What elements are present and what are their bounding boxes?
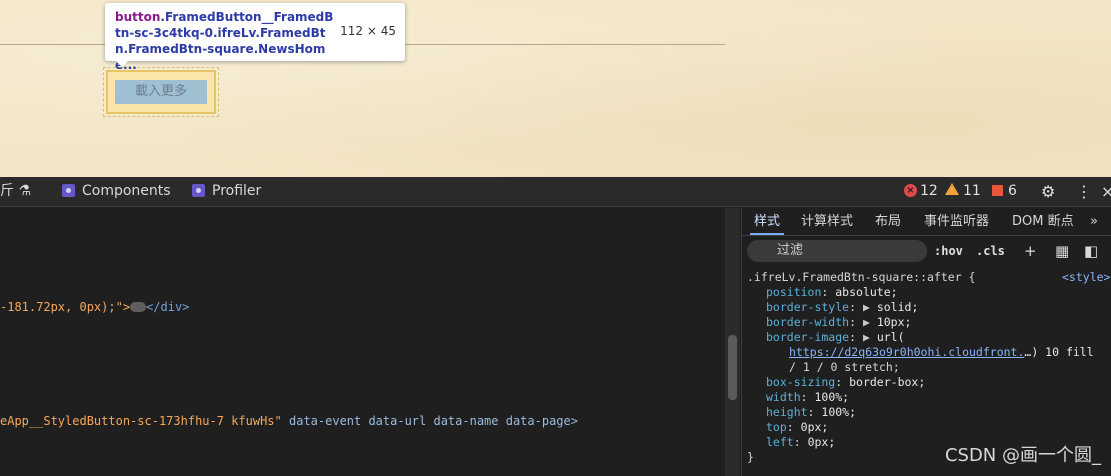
error-count[interactable]: × 12 [904,177,938,206]
prop-name: position [766,285,822,299]
filter-input[interactable]: 过滤 [747,240,927,262]
styles-sidebar: 样式 计算样式 布局 事件监听器 DOM 断点 » 过滤 :hov .cls +… [741,208,1111,476]
prop-name: border-image [766,330,850,344]
hov-toggle[interactable]: :hov [934,240,963,262]
declaration-top[interactable]: top: 0px; [766,420,828,435]
error-icon: × [904,183,917,197]
page-viewport: 載入更多 button.FramedButton__FramedBtn-sc-3… [0,0,1111,177]
tab-dom-breakpoints[interactable]: DOM 断点 [1012,208,1074,235]
prop-value: url( [876,330,905,344]
expand-triangle-icon[interactable]: ▶ [863,315,870,329]
rule-selector[interactable]: .ifreLv.FramedBtn-square::after { [747,270,975,285]
prop-value: 10px; [876,315,912,329]
prop-value: solid; [876,300,919,314]
prop-value: border-box; [849,375,926,389]
rule-source-link[interactable]: <style> [1062,270,1110,285]
devtools-toolbar: 斤 ⚗ Components Profiler × 12 11 6 ⚙ ⋮ × [0,177,1111,207]
prop-name: border-style [766,300,850,314]
expand-triangle-icon[interactable]: ▶ [863,330,870,344]
expand-triangle-icon[interactable]: ▶ [863,300,870,314]
more-tabs-icon[interactable]: » [1090,208,1098,235]
cls-toggle[interactable]: .cls [976,240,1005,262]
tab-event-listeners[interactable]: 事件监听器 [924,208,989,235]
prop-name: width [766,390,801,404]
url-tail: …) 10 fill [1024,345,1094,359]
react-icon [192,183,205,197]
inline-style-value: -181.72px, 0px);"> [0,300,131,314]
prop-value: absolute; [835,285,898,299]
react-icon [62,183,75,197]
tab-layout[interactable]: 布局 [875,208,901,235]
tab-truncated[interactable]: 斤 ⚗ [0,177,31,206]
truncated-tab-label: 斤 [0,183,14,199]
declaration-border-image[interactable]: border-image: ▶ url( [766,330,905,345]
more-vertical-icon[interactable]: ⋮ [1076,177,1092,206]
gear-icon[interactable]: ⚙ [1041,177,1055,206]
class-value: eApp__StyledButton-sc-173hfhu-7 kfuwHs" [0,414,282,428]
tooltip-dimensions: 112 × 45 [340,24,396,38]
tab-components-label: Components [82,183,171,199]
tooltip-tag: button [115,10,161,24]
tab-styles[interactable]: 样式 [749,208,785,235]
inspect-tooltip: button.FramedButton__FramedBtn-sc-3c4tkq… [105,3,405,72]
declaration-width[interactable]: width: 100%; [766,390,849,405]
prop-name: top [766,420,787,434]
tab-profiler[interactable]: Profiler [192,177,261,206]
declaration-border-width[interactable]: border-width: ▶ 10px; [766,315,911,330]
element-row[interactable]: -181.72px, 0px);"> </div> [0,300,189,314]
declaration-border-style[interactable]: border-style: ▶ solid; [766,300,918,315]
issue-icon [992,184,1003,196]
issue-count[interactable]: 6 [992,177,1017,206]
paint-icon[interactable]: ▦ [1055,240,1069,262]
load-more-button[interactable]: 載入更多 [115,80,207,104]
closing-tag: </div> [146,300,190,314]
issue-count-value: 6 [1008,183,1017,199]
warning-count[interactable]: 11 [945,177,981,206]
tooltip-selector: button.FramedButton__FramedBtn-sc-3c4tkq… [115,9,337,73]
warning-icon [945,183,959,195]
tab-computed[interactable]: 计算样式 [801,208,853,235]
flask-icon: ⚗ [18,183,32,199]
tooltip-arrow [115,60,129,67]
ellipsis-icon[interactable] [130,301,147,312]
declaration-height[interactable]: height: 100%; [766,405,856,420]
border-image-url[interactable]: https://d2q63o9r0h0ohi.cloudfront.…) 10 … [789,345,1094,360]
declaration-box-sizing[interactable]: box-sizing: border-box; [766,375,925,390]
prop-name: box-sizing [766,375,836,389]
styles-filter-bar: 过滤 :hov .cls + ▦ ◧ [742,236,1111,266]
error-count-value: 12 [920,183,938,199]
rule-close: } [747,450,754,464]
declaration-left[interactable]: left: 0px; [766,435,835,450]
scrollbar[interactable] [725,208,740,476]
warning-count-value: 11 [963,183,981,199]
element-row[interactable]: eApp__StyledButton-sc-173hfhu-7 kfuwHs" … [0,414,578,428]
prop-name: left [766,435,794,449]
elements-tree[interactable]: -181.72px, 0px);"> </div> eApp__StyledBut… [0,208,725,476]
sidebar-toggle-icon[interactable]: ◧ [1084,240,1098,262]
prop-value: 100%; [814,390,850,404]
close-icon[interactable]: × [1101,177,1111,206]
attributes: data-event data-url data-name data-page> [281,414,578,428]
border-image-cont: / 1 / 0 stretch; [789,360,900,374]
prop-value: 100%; [821,405,857,419]
new-rule-icon[interactable]: + [1024,240,1037,262]
declaration-position[interactable]: position: absolute; [766,285,898,300]
scrollbar-thumb[interactable] [728,335,737,400]
prop-name: height [766,405,808,419]
tab-profiler-label: Profiler [212,183,262,199]
prop-value: 0px; [807,435,836,449]
url-link[interactable]: https://d2q63o9r0h0ohi.cloudfront. [789,345,1024,359]
prop-value: 0px; [800,420,829,434]
tab-components[interactable]: Components [62,177,171,206]
watermark: CSDN @画一个圆_ [944,445,1101,466]
prop-name: border-width [766,315,850,329]
styles-tabs: 样式 计算样式 布局 事件监听器 DOM 断点 » [742,208,1111,236]
devtools-panel: 斤 ⚗ Components Profiler × 12 11 6 ⚙ ⋮ × -… [0,177,1111,476]
